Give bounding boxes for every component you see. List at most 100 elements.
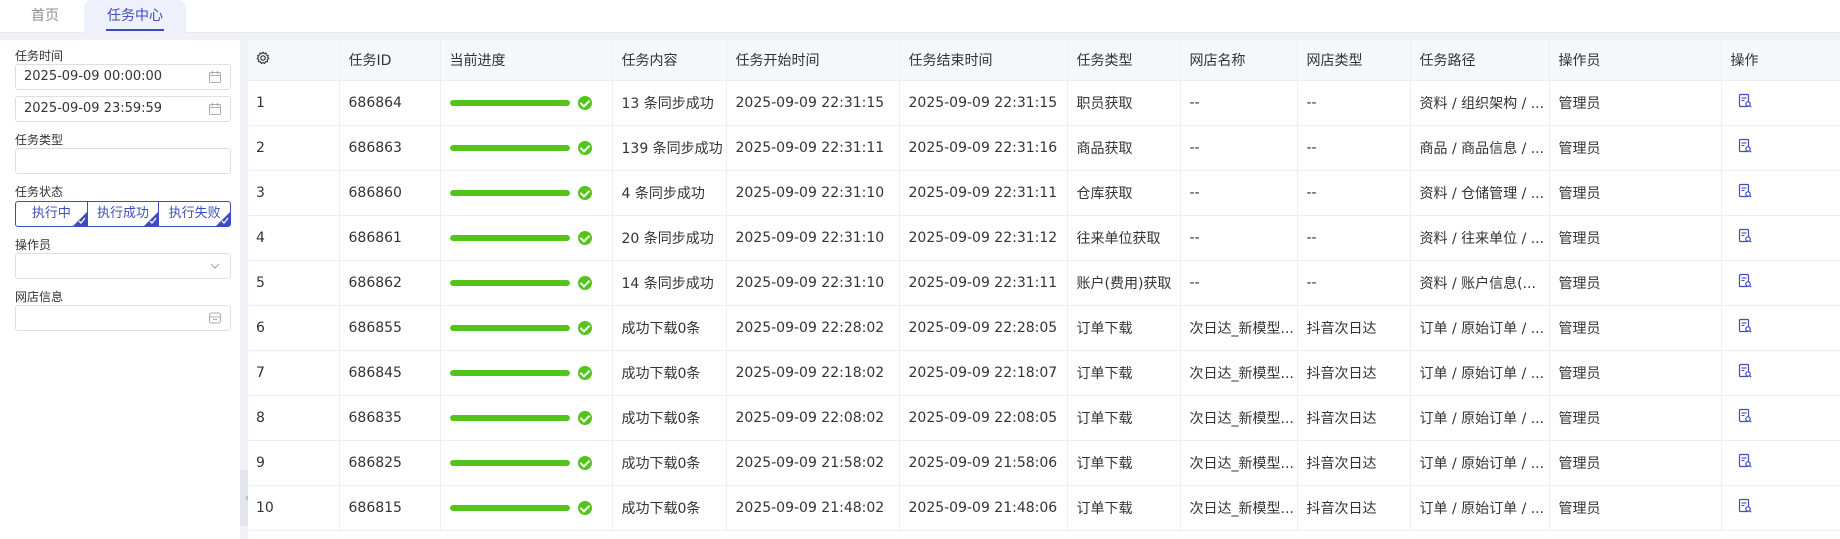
column-header[interactable]: 网店名称	[1180, 40, 1298, 81]
shop-type: --	[1297, 125, 1411, 171]
task-content: 13 条同步成功	[612, 80, 727, 126]
table-row[interactable]: 6 686855 成功下载0条 2025-09-09 22:28:02 2025-09-…	[248, 305, 1840, 351]
end-time-field[interactable]: 2025-09-09 23:59:59	[15, 96, 231, 122]
table-row[interactable]: 10 686815 成功下载0条 2025-09-09 21:48:02 2025-09…	[248, 485, 1840, 531]
task-content: 成功下载0条	[612, 350, 727, 396]
column-header[interactable]: 任务结束时间	[899, 40, 1068, 81]
table-row[interactable]: 1 686864 13 条同步成功 2025-09-09 22:31:15 2025-0…	[248, 80, 1840, 126]
action-cell	[1721, 305, 1840, 351]
status-running-button[interactable]: 执行中	[15, 201, 88, 227]
table-row[interactable]: 8 686835 成功下载0条 2025-09-09 22:08:02 2025-09-…	[248, 395, 1840, 441]
status-failed-button[interactable]: 执行失败	[158, 201, 232, 227]
success-check-icon	[577, 95, 592, 110]
progress-bar	[449, 459, 570, 466]
column-header[interactable]: 任务开始时间	[726, 40, 900, 81]
task-type: 账户(费用)获取	[1067, 260, 1181, 306]
gear-icon[interactable]	[256, 51, 270, 65]
column-header[interactable]: 网店类型	[1297, 40, 1411, 81]
operator: 管理员	[1549, 170, 1722, 216]
operator: 管理员	[1549, 260, 1722, 306]
status-success-button[interactable]: 执行成功	[86, 201, 160, 227]
table-row[interactable]: 9 686825 成功下载0条 2025-09-09 21:58:02 2025-09-…	[248, 440, 1840, 486]
column-header[interactable]: 任务内容	[612, 40, 727, 81]
task-type-input[interactable]	[15, 148, 231, 174]
shop-type: 抖音次日达	[1297, 350, 1411, 396]
task-content: 成功下载0条	[612, 395, 727, 441]
view-log-icon[interactable]	[1737, 453, 1753, 469]
column-header[interactable]: 操作	[1721, 40, 1840, 81]
shop-type: --	[1297, 215, 1411, 261]
start-time: 2025-09-09 21:58:02	[726, 440, 900, 486]
view-log-icon[interactable]	[1737, 408, 1753, 424]
calendar-icon	[209, 71, 221, 83]
progress-bar	[449, 279, 570, 286]
progress-fill	[449, 234, 570, 241]
task-type: 订单下载	[1067, 305, 1181, 351]
view-log-icon[interactable]	[1737, 228, 1753, 244]
task-type: 职员获取	[1067, 80, 1181, 126]
end-time: 2025-09-09 22:31:15	[899, 80, 1068, 126]
success-check-icon	[577, 140, 592, 155]
view-log-icon[interactable]	[1737, 318, 1753, 334]
progress-indicator	[449, 410, 612, 425]
column-header[interactable]: 任务ID	[339, 40, 441, 81]
active-tab-underline	[106, 29, 164, 31]
column-header[interactable]: 任务路径	[1410, 40, 1550, 81]
start-time: 2025-09-09 22:31:10	[726, 215, 900, 261]
table-row[interactable]: 2 686863 139 条同步成功 2025-09-09 22:31:11 2025-…	[248, 125, 1840, 171]
progress-cell	[440, 395, 613, 441]
success-check-icon	[577, 230, 592, 245]
view-log-icon[interactable]	[1737, 498, 1753, 514]
view-log-icon[interactable]	[1737, 138, 1753, 154]
action-cell	[1721, 350, 1840, 396]
progress-bar	[449, 99, 570, 106]
shop-info-input[interactable]	[15, 305, 231, 331]
task-content: 4 条同步成功	[612, 170, 727, 216]
shop-type: --	[1297, 170, 1411, 216]
shop-name: --	[1180, 260, 1298, 306]
table-row[interactable]: 3 686860 4 条同步成功 2025-09-09 22:31:10 2025-09…	[248, 170, 1840, 216]
progress-fill	[449, 414, 570, 421]
view-log-icon[interactable]	[1737, 93, 1753, 109]
row-number: 5	[248, 260, 340, 306]
view-log-icon[interactable]	[1737, 273, 1753, 289]
action-cell	[1721, 170, 1840, 216]
operator-select[interactable]	[15, 253, 231, 279]
progress-indicator	[449, 95, 612, 110]
column-header[interactable]: 任务类型	[1067, 40, 1181, 81]
action-cell	[1721, 260, 1840, 306]
table-row[interactable]: 7 686845 成功下载0条 2025-09-09 22:18:02 2025-09-…	[248, 350, 1840, 396]
end-time: 2025-09-09 21:58:06	[899, 440, 1068, 486]
table-row[interactable]: 5 686862 14 条同步成功 2025-09-09 22:31:10 2025-0…	[248, 260, 1840, 306]
table-row[interactable]: 4 686861 20 条同步成功 2025-09-09 22:31:10 2025-0…	[248, 215, 1840, 261]
shop-type: 抖音次日达	[1297, 395, 1411, 441]
row-number: 3	[248, 170, 340, 216]
tab-home[interactable]: 首页	[14, 0, 76, 33]
shop-type: --	[1297, 80, 1411, 126]
task-id: 686861	[339, 215, 441, 261]
table-header-row: 任务ID 当前进度 任务内容 任务开始时间 任务结束时间 任务类型 网店名称 网…	[248, 40, 1840, 81]
action-cell	[1721, 440, 1840, 486]
shop-name: 次日达_新模型...	[1180, 350, 1298, 396]
tab-task-center[interactable]: 任务中心	[84, 0, 186, 33]
progress-bar	[449, 414, 570, 421]
task-id: 686863	[339, 125, 441, 171]
column-settings-header[interactable]	[248, 40, 340, 81]
progress-indicator	[449, 275, 612, 290]
view-log-icon[interactable]	[1737, 363, 1753, 379]
progress-bar	[449, 234, 570, 241]
column-header[interactable]: 操作员	[1549, 40, 1722, 81]
operator: 管理员	[1549, 305, 1722, 351]
progress-indicator	[449, 230, 612, 245]
column-header[interactable]: 当前进度	[440, 40, 613, 81]
task-table-panel: 任务ID 当前进度 任务内容 任务开始时间 任务结束时间 任务类型 网店名称 网…	[248, 40, 1840, 539]
progress-cell	[440, 170, 613, 216]
progress-fill	[449, 99, 570, 106]
task-type: 订单下载	[1067, 440, 1181, 486]
progress-bar	[449, 144, 570, 151]
start-time-field[interactable]: 2025-09-09 00:00:00	[15, 64, 231, 90]
progress-fill	[449, 144, 570, 151]
view-log-icon[interactable]	[1737, 183, 1753, 199]
end-time: 2025-09-09 22:31:12	[899, 215, 1068, 261]
end-time: 2025-09-09 22:31:16	[899, 125, 1068, 171]
